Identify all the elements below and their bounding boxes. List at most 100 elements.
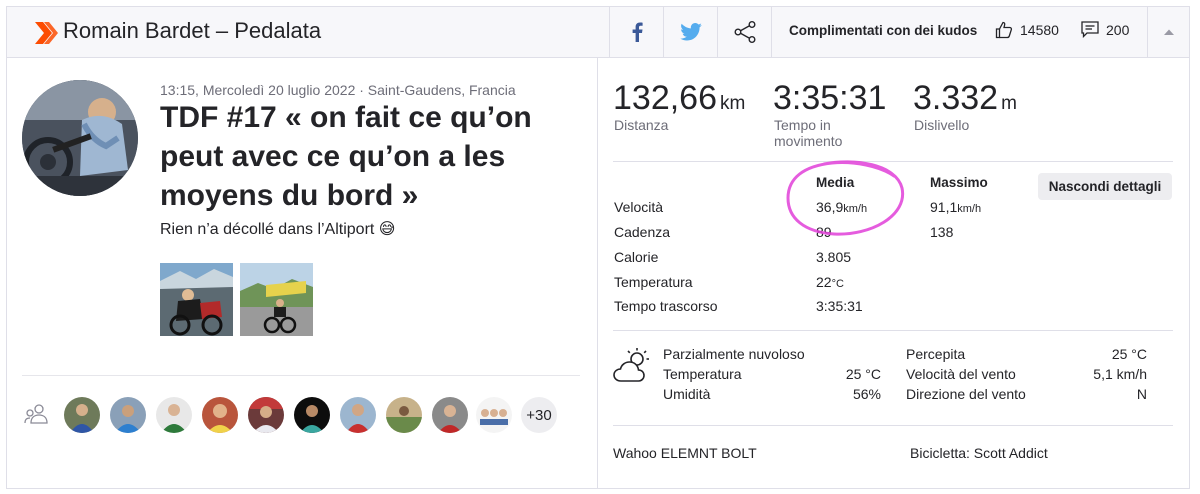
activity-header: Romain Bardet – Pedalata Complimentati c… — [6, 6, 1190, 58]
speed-max-unit: km/h — [957, 203, 982, 215]
activity-description: Rien n’a décollé dans l’Altiport 😅 — [160, 221, 396, 238]
partly-cloudy-icon — [613, 348, 649, 382]
row-label-elapsed-time: Tempo trascorso — [614, 298, 718, 314]
section-divider — [613, 425, 1173, 426]
stat-distance-label: Distanza — [614, 117, 669, 133]
give-kudos-link[interactable]: Complimentati con dei kudos — [789, 23, 977, 38]
group-athlete-avatar[interactable] — [64, 397, 100, 433]
temperature-avg-number: 22 — [816, 274, 832, 290]
group-athlete-avatar[interactable] — [248, 397, 284, 433]
weather-temp-value: 25 °C — [845, 366, 881, 382]
row-value-speed-max: 91,1km/h — [930, 199, 981, 215]
speed-avg-unit: km/h — [843, 203, 868, 215]
stat-elevation-value: 3.332 m — [913, 79, 1017, 118]
row-value-calories-avg: 3.805 — [816, 249, 852, 265]
comments-count-button[interactable]: 200 — [1081, 21, 1129, 38]
weather-wind-speed-value: 5,1 km/h — [1093, 366, 1147, 382]
share-button[interactable] — [717, 7, 771, 57]
weather-humidity-value: 56% — [852, 386, 881, 402]
device-name: Wahoo ELEMNT BOLT — [613, 445, 757, 461]
athlete-thumb — [110, 397, 146, 433]
athlete-avatar[interactable] — [22, 80, 138, 196]
photo-peloton — [160, 263, 233, 336]
row-value-cadence-avg: 89 — [816, 224, 832, 240]
athlete-thumb — [476, 397, 512, 433]
column-header-avg: Media — [816, 175, 855, 190]
row-label-speed: Velocità — [614, 199, 664, 215]
distance-number: 132,66 — [613, 79, 717, 117]
athlete-thumb — [156, 397, 192, 433]
group-athlete-avatar[interactable] — [340, 397, 376, 433]
column-header-max: Massimo — [930, 175, 988, 190]
section-divider — [613, 161, 1173, 162]
athlete-photo — [22, 80, 138, 196]
weather-feels-value: 25 °C — [1111, 346, 1147, 362]
weather-feels-label: Percepita — [906, 346, 966, 362]
speed-avg-number: 36,9 — [816, 199, 844, 215]
activity-meta: 13:15, Mercoledì 20 luglio 2022 · Saint-… — [160, 82, 516, 98]
weather-wind-speed-label: Velocità del vento — [906, 366, 1016, 382]
athlete-thumb — [432, 397, 468, 433]
collapse-button[interactable] — [1147, 7, 1190, 57]
strava-chevron-icon — [35, 22, 58, 44]
column-divider — [597, 57, 598, 489]
weather-temp-label: Temperatura — [663, 366, 742, 382]
athlete-thumb — [386, 397, 422, 433]
row-label-temperature: Temperatura — [614, 274, 693, 290]
activity-photo-thumbnail[interactable] — [160, 263, 233, 336]
section-divider — [22, 375, 580, 376]
group-athlete-avatar[interactable] — [294, 397, 330, 433]
activity-title: TDF #17 « on fait ce qu’on peut avec ce … — [160, 101, 532, 212]
group-athlete-avatar[interactable] — [432, 397, 468, 433]
weather-humidity-label: Umidità — [663, 386, 711, 402]
elevation-unit: m — [1001, 93, 1017, 114]
page-title: Romain Bardet – Pedalata — [63, 18, 322, 43]
collapse-icon — [1164, 29, 1174, 35]
group-athlete-avatar[interactable] — [476, 397, 512, 433]
header-divider — [771, 7, 772, 57]
athlete-thumb — [340, 397, 376, 433]
group-athlete-avatar[interactable] — [110, 397, 146, 433]
weather-wind-direction-label: Direzione del vento — [906, 386, 1026, 402]
athlete-thumb — [294, 397, 330, 433]
twitter-share-button[interactable] — [663, 7, 717, 57]
stat-elevation-label: Dislivello — [914, 117, 970, 133]
athlete-thumb — [202, 397, 238, 433]
row-value-speed-avg: 36,9km/h — [816, 199, 867, 215]
group-activity-icon — [24, 404, 48, 424]
temperature-avg-unit: °C — [831, 278, 844, 290]
row-value-elapsed-time-avg: 3:35:31 — [816, 298, 863, 314]
row-label-calories: Calorie — [614, 249, 659, 265]
stat-distance-value: 132,66 km — [613, 79, 745, 118]
kudos-count: 14580 — [1020, 22, 1059, 38]
twitter-icon — [679, 23, 702, 41]
row-value-cadence-max: 138 — [930, 224, 954, 240]
group-athlete-avatar[interactable] — [386, 397, 422, 433]
stat-moving-time-label: Tempo in movimento — [774, 117, 843, 149]
facebook-share-button[interactable] — [609, 7, 663, 57]
moving-time-number: 3:35:31 — [773, 79, 887, 117]
group-athlete-avatar[interactable] — [156, 397, 192, 433]
section-divider — [613, 330, 1173, 331]
elevation-number: 3.332 — [913, 79, 999, 117]
weather-wind-direction-value: N — [1136, 386, 1147, 402]
facebook-icon — [632, 22, 643, 42]
row-value-temperature-avg: 22°C — [816, 274, 844, 290]
hide-details-button[interactable]: Nascondi dettagli — [1038, 173, 1172, 200]
photo-climb — [240, 263, 313, 336]
athlete-thumb — [248, 397, 284, 433]
more-athletes-button[interactable]: +30 — [521, 397, 557, 433]
comments-count: 200 — [1106, 21, 1130, 38]
stat-moving-time-value: 3:35:31 — [773, 79, 886, 118]
bike-name[interactable]: Bicicletta: Scott Addict — [910, 445, 1048, 461]
comment-icon — [1081, 21, 1099, 38]
row-label-cadence: Cadenza — [614, 224, 671, 240]
group-athlete-avatar[interactable] — [202, 397, 238, 433]
thumbs-up-icon — [995, 21, 1013, 39]
distance-unit: km — [720, 93, 746, 114]
activity-photo-thumbnail[interactable] — [240, 263, 313, 336]
share-icon — [734, 21, 756, 44]
speed-max-number: 91,1 — [930, 199, 958, 215]
weather-condition: Parzialmente nuvoloso — [663, 346, 805, 362]
kudos-count-button[interactable]: 14580 — [995, 21, 1059, 39]
